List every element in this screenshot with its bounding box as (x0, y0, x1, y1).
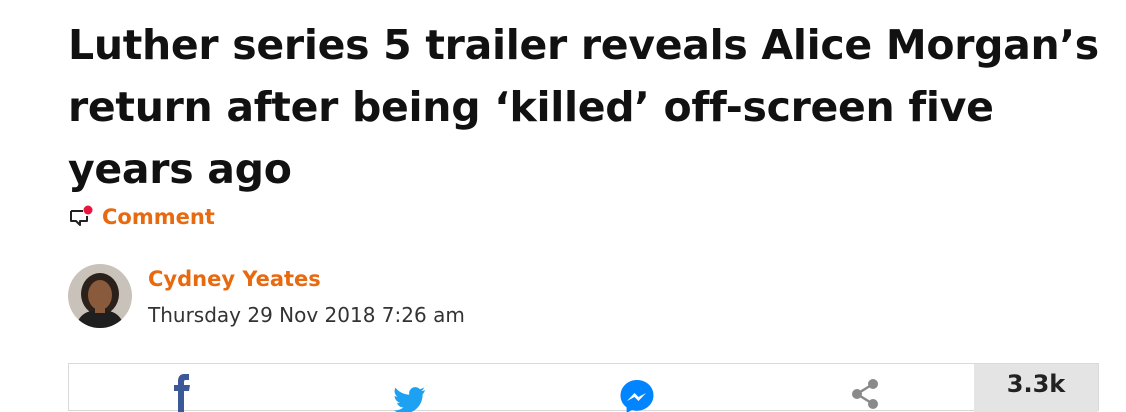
messenger-icon (620, 380, 654, 412)
author-name[interactable]: Cydney Yeates (148, 264, 465, 294)
author-byline: Cydney Yeates Thursday 29 Nov 2018 7:26 … (68, 264, 465, 330)
comment-link[interactable]: Comment (68, 202, 215, 232)
share-button[interactable] (845, 372, 885, 412)
comment-label: Comment (102, 205, 215, 229)
messenger-share-button[interactable] (617, 372, 657, 412)
twitter-icon (393, 387, 425, 412)
article-headline: Luther series 5 trailer reveals Alice Mo… (68, 21, 1099, 193)
share-icon (852, 379, 878, 409)
facebook-icon (174, 374, 190, 412)
twitter-share-button[interactable] (389, 372, 429, 412)
comment-icon (68, 204, 94, 230)
author-avatar[interactable] (68, 264, 132, 328)
share-count: 3.3k (974, 364, 1098, 412)
facebook-share-button[interactable] (162, 372, 202, 412)
publish-date: Thursday 29 Nov 2018 7:26 am (148, 303, 465, 327)
